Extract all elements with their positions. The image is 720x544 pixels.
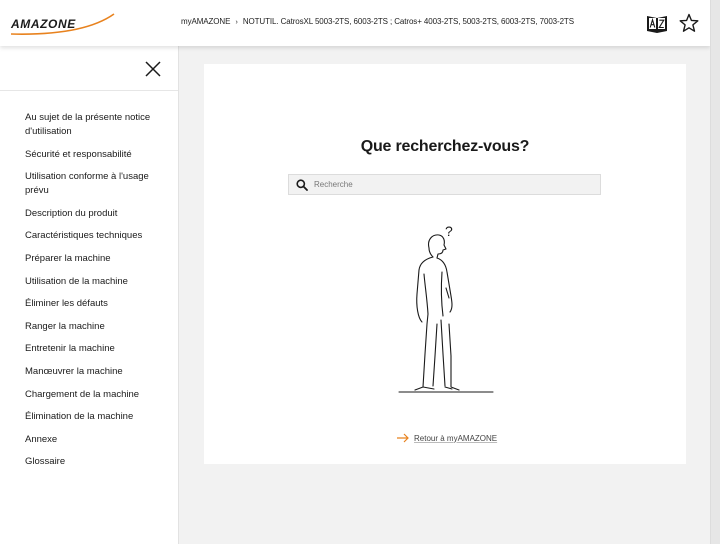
search-icon[interactable]	[296, 179, 308, 191]
amazone-logo[interactable]: AMAZONE	[10, 13, 116, 37]
sidebar-item-loading[interactable]: Chargement de la machine	[25, 388, 175, 402]
sidebar-item-glossary[interactable]: Glossaire	[25, 455, 175, 469]
language-icon[interactable]	[646, 12, 668, 34]
back-to-myamazone-link[interactable]: Retour à myAMAZONE	[396, 432, 497, 444]
search-panel: Que recherchez-vous? ?	[204, 64, 686, 464]
search-box[interactable]	[288, 174, 601, 195]
sidebar-nav: Au sujet de la présente notice d'utilisa…	[0, 91, 178, 469]
breadcrumb: myAMAZONE › NOTUTIL. CatrosXL 5003-2TS, …	[181, 17, 574, 26]
sidebar-item-machine-use[interactable]: Utilisation de la machine	[25, 275, 175, 289]
question-mark: ?	[445, 224, 453, 239]
breadcrumb-current: NOTUTIL. CatrosXL 5003-2TS, 6003-2TS ; C…	[242, 17, 574, 26]
thinking-person-illustration: ?	[398, 224, 494, 393]
breadcrumb-separator: ›	[235, 19, 238, 26]
page-scrollbar[interactable]	[710, 0, 720, 544]
logo-text: AMAZONE	[10, 17, 76, 31]
close-icon[interactable]	[144, 60, 162, 78]
search-input[interactable]	[314, 177, 594, 192]
sidebar-item-manoeuvre[interactable]: Manœuvrer la machine	[25, 365, 175, 379]
sidebar-item-appendix[interactable]: Annexe	[25, 433, 175, 447]
sidebar-item-safety[interactable]: Sécurité et responsabilité	[25, 148, 175, 162]
sidebar-item-troubleshooting[interactable]: Éliminer les défauts	[25, 297, 175, 311]
arrow-right-icon	[397, 433, 409, 443]
breadcrumb-root-link[interactable]: myAMAZONE	[181, 17, 230, 26]
sidebar-item-about-manual[interactable]: Au sujet de la présente notice d'utilisa…	[25, 111, 175, 139]
top-header: AMAZONE myAMAZONE › NOTUTIL. CatrosXL 50…	[0, 0, 710, 46]
sidebar-item-store-machine[interactable]: Ranger la machine	[25, 320, 175, 334]
sidebar-item-intended-use[interactable]: Utilisation conforme à l'usage prévu	[25, 170, 175, 198]
sidebar-item-product-description[interactable]: Description du produit	[25, 207, 175, 221]
sidebar-item-disposal[interactable]: Élimination de la machine	[25, 410, 175, 424]
sidebar-top-bar	[0, 46, 178, 91]
sidebar: Au sujet de la présente notice d'utilisa…	[0, 46, 179, 544]
sidebar-item-technical-data[interactable]: Caractéristiques techniques	[25, 229, 175, 243]
star-icon[interactable]	[678, 12, 700, 34]
page-title: Que recherchez-vous?	[360, 138, 530, 155]
back-link-label: Retour à myAMAZONE	[414, 433, 498, 443]
sidebar-item-prepare-machine[interactable]: Préparer la machine	[25, 252, 175, 266]
sidebar-item-maintenance[interactable]: Entretenir la machine	[25, 342, 175, 356]
